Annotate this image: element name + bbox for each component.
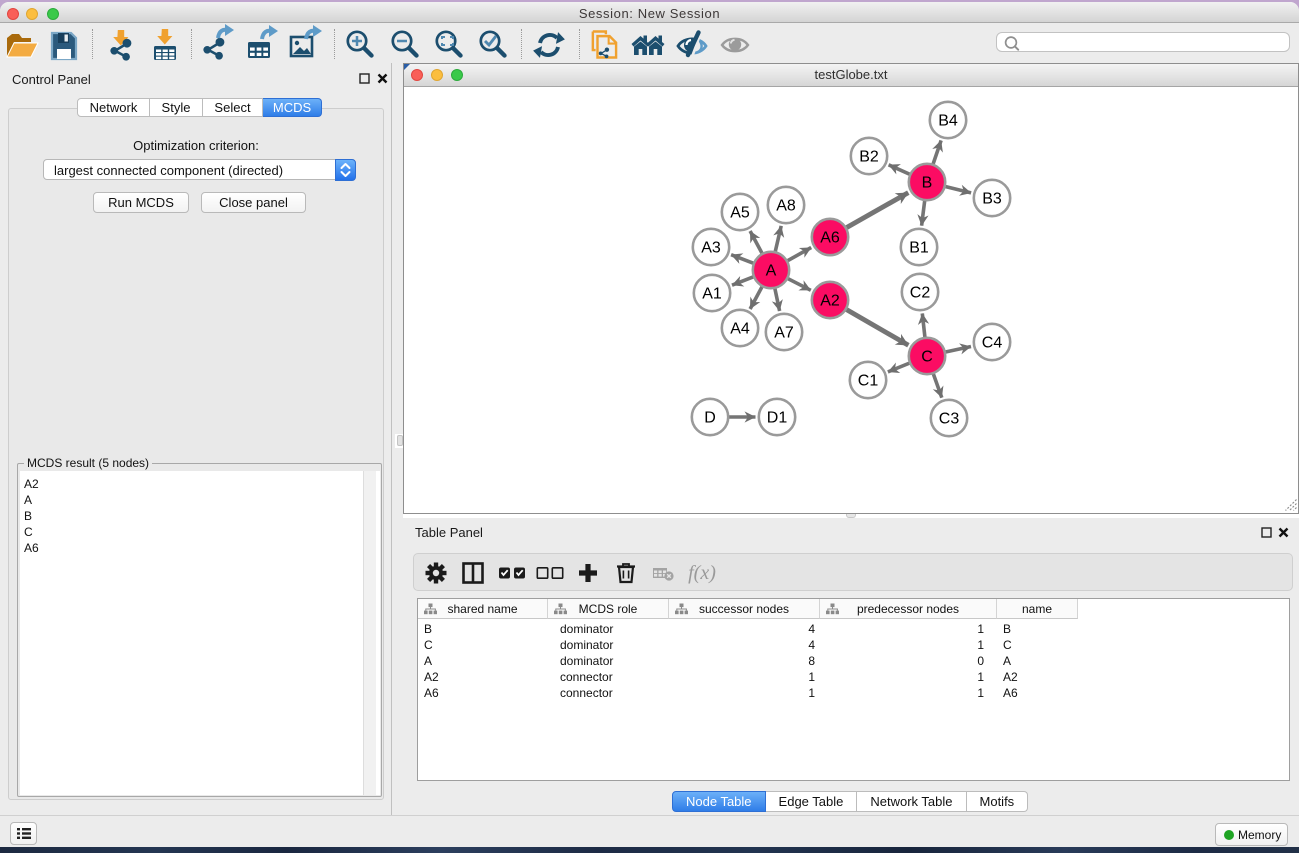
svg-text:A1: A1 [702, 286, 722, 303]
svg-text:A7: A7 [774, 325, 794, 342]
svg-text:A8: A8 [776, 198, 796, 215]
svg-text:A: A [766, 263, 777, 280]
svg-text:B: B [922, 175, 933, 192]
svg-text:A6: A6 [820, 230, 840, 247]
svg-text:C4: C4 [982, 335, 1003, 352]
svg-text:C3: C3 [939, 411, 960, 428]
svg-text:B2: B2 [859, 149, 879, 166]
svg-text:C2: C2 [910, 285, 931, 302]
svg-text:C: C [921, 349, 933, 366]
svg-text:B1: B1 [909, 240, 929, 257]
svg-text:B4: B4 [938, 113, 958, 130]
svg-text:B3: B3 [982, 191, 1002, 208]
svg-text:C1: C1 [858, 373, 879, 390]
svg-text:D: D [704, 410, 716, 427]
svg-text:A5: A5 [730, 205, 750, 222]
svg-text:f(x): f(x) [688, 562, 716, 584]
svg-text:A2: A2 [820, 293, 840, 310]
svg-text:D1: D1 [767, 410, 788, 427]
svg-text:A4: A4 [730, 321, 750, 338]
svg-text:A3: A3 [701, 240, 721, 257]
